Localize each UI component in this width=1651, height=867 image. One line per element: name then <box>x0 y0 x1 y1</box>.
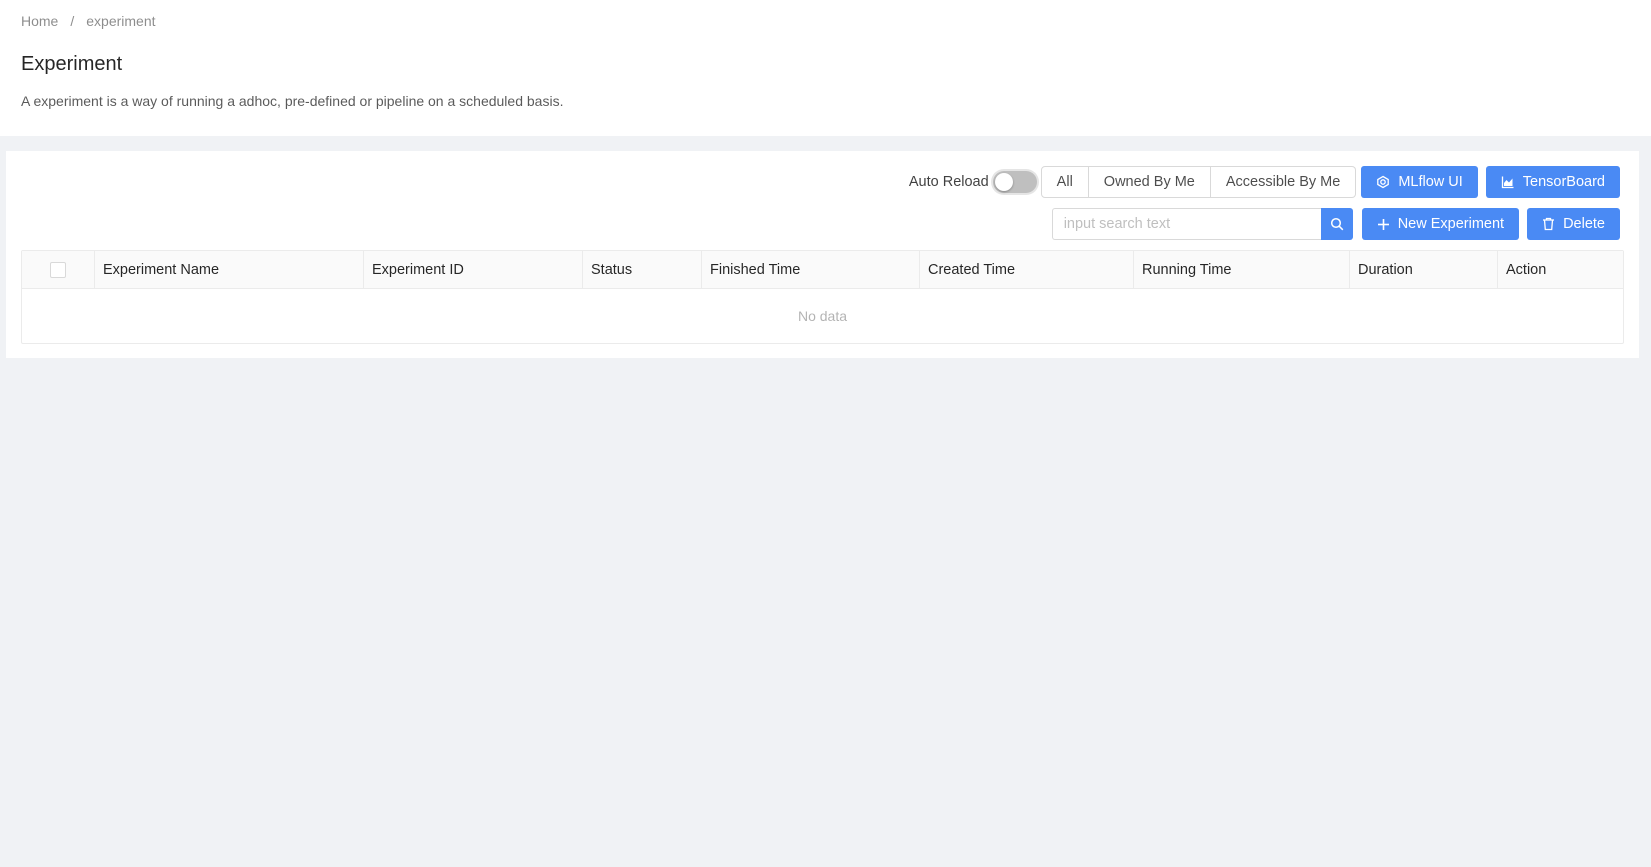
breadcrumb: Home / experiment <box>21 12 1630 30</box>
tensorboard-label: TensorBoard <box>1522 174 1605 190</box>
select-all-checkbox[interactable] <box>50 261 66 278</box>
experiment-table: Experiment Name Experiment ID Status Fin… <box>21 250 1624 344</box>
table-empty-state: No data <box>797 308 848 324</box>
mlflow-icon <box>1376 175 1390 189</box>
search-input[interactable] <box>1051 208 1321 240</box>
search-button[interactable] <box>1320 208 1353 240</box>
column-header-experiment-name[interactable]: Experiment Name <box>95 251 364 288</box>
tensorboard-button[interactable]: TensorBoard <box>1485 166 1620 198</box>
plus-icon <box>1377 218 1390 231</box>
experiment-card: Auto Reload All Owned By Me Accessible B… <box>6 151 1639 358</box>
page-title: Experiment <box>21 53 123 75</box>
breadcrumb-current: experiment <box>86 13 156 29</box>
ownership-filter-group: All Owned By Me Accessible By Me <box>1040 166 1357 198</box>
column-header-running-time[interactable]: Running Time <box>1134 251 1350 288</box>
column-header-action: Action <box>1506 261 1547 278</box>
filter-owned-button[interactable]: Owned By Me <box>1088 166 1211 198</box>
column-header-finished-time[interactable]: Finished Time <box>702 251 920 288</box>
area-chart-icon <box>1501 175 1515 189</box>
breadcrumb-separator: / <box>70 13 75 29</box>
column-header-created-time[interactable]: Created Time <box>920 251 1134 288</box>
delete-button[interactable]: Delete <box>1527 208 1620 240</box>
select-all-cell <box>22 251 95 288</box>
filter-all-button[interactable]: All <box>1040 166 1089 198</box>
new-experiment-label: New Experiment <box>1397 216 1505 232</box>
toolbar-row-top: Auto Reload All Owned By Me Accessible B… <box>909 166 1620 198</box>
page-header: Home / experiment Experiment A experimen… <box>0 0 1651 136</box>
column-header-experiment-id[interactable]: Experiment ID <box>364 251 583 288</box>
column-header-duration[interactable]: Duration <box>1350 251 1498 288</box>
mlflow-ui-label: MLflow UI <box>1398 174 1463 190</box>
page-description: A experiment is a way of running a adhoc… <box>21 93 564 109</box>
switch-knob <box>994 173 1013 191</box>
breadcrumb-home-link[interactable]: Home <box>21 13 58 29</box>
column-header-status[interactable]: Status <box>583 251 702 288</box>
filter-accessible-button[interactable]: Accessible By Me <box>1210 166 1357 198</box>
delete-label: Delete <box>1563 216 1605 232</box>
toolbar-row-bottom: New Experiment Delete <box>1051 208 1620 240</box>
auto-reload-label: Auto Reload <box>908 174 989 190</box>
search-group <box>1051 208 1353 240</box>
mlflow-ui-button[interactable]: MLflow UI <box>1361 166 1478 198</box>
trash-icon <box>1542 217 1555 231</box>
table-header: Experiment Name Experiment ID Status Fin… <box>22 251 1623 289</box>
search-icon <box>1330 217 1344 231</box>
new-experiment-button[interactable]: New Experiment <box>1361 208 1520 240</box>
auto-reload-switch[interactable] <box>992 171 1037 193</box>
